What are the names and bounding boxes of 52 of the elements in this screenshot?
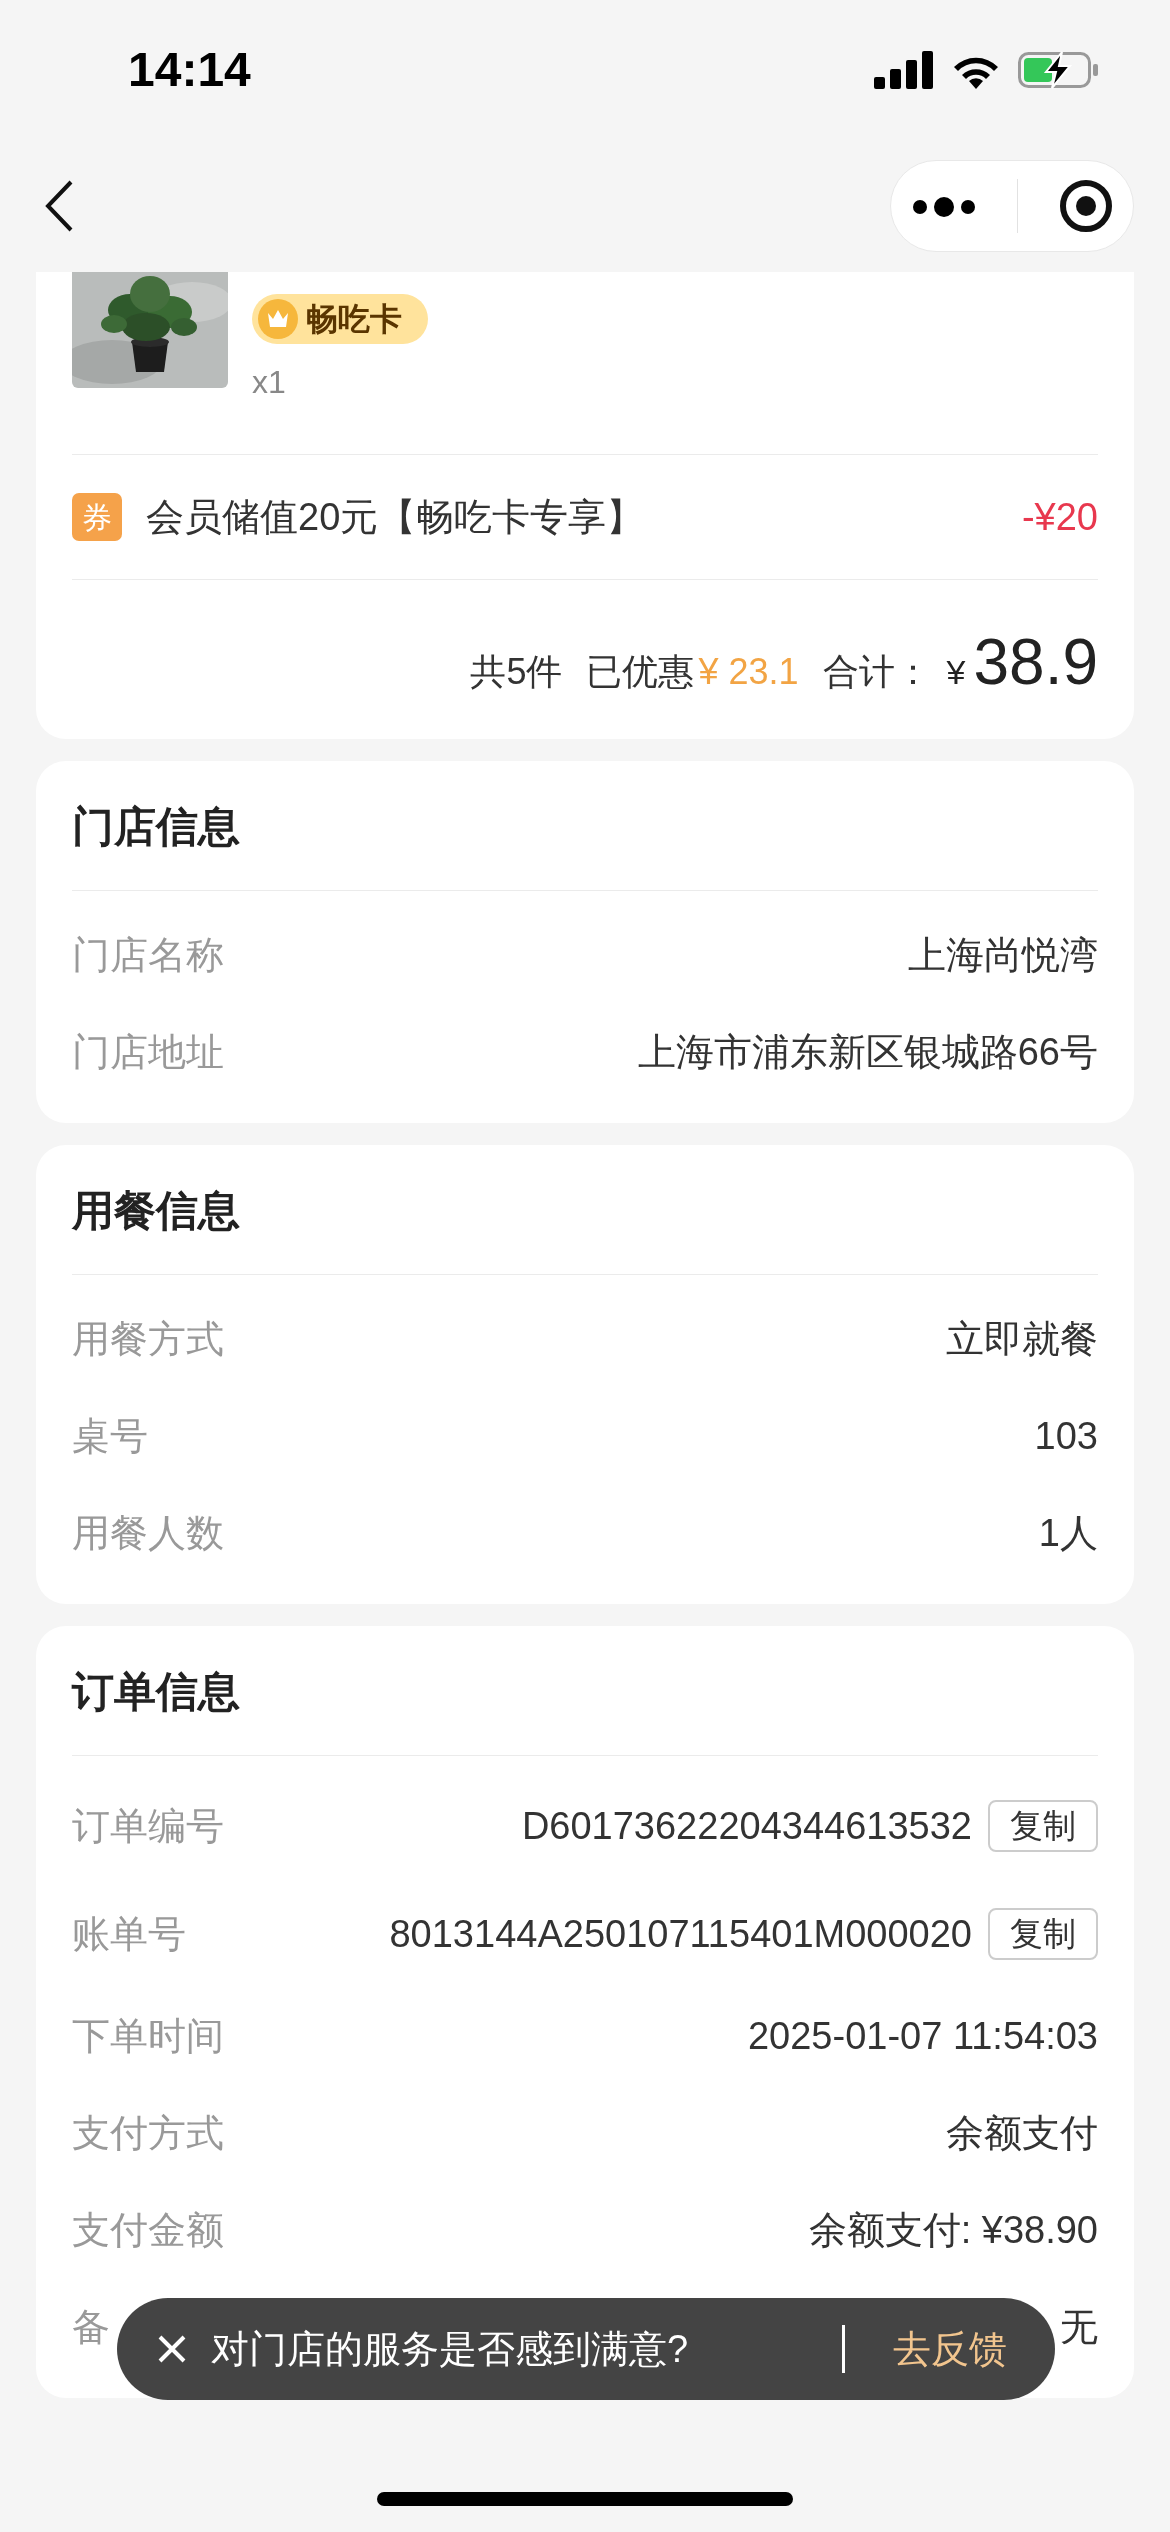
section-title: 订单信息 — [72, 1667, 241, 1717]
field-label: 订单编号 — [72, 1803, 224, 1849]
back-button[interactable] — [44, 179, 74, 233]
section-title: 用餐信息 — [72, 1186, 241, 1236]
close-icon — [157, 2334, 187, 2364]
field-value: 上海尚悦湾 — [908, 933, 1098, 978]
field-label: 门店名称 — [72, 933, 224, 978]
discount-label: 会员储值20元【畅吃卡专享】 — [146, 494, 646, 540]
target-icon — [1058, 179, 1113, 233]
field-label: 备 — [72, 2305, 110, 2350]
field-label: 用餐人数 — [72, 1511, 224, 1556]
item-count: 共5件 — [470, 650, 563, 694]
field-label: 门店地址 — [72, 1030, 224, 1075]
quantity-text: x1 — [252, 363, 286, 402]
field-value: 上海市浦东新区银城路66号 — [637, 1030, 1098, 1075]
close-miniprogram-button[interactable] — [1058, 179, 1113, 233]
copy-button[interactable]: 复制 — [988, 1800, 1098, 1852]
field-value: 2025-01-07 11:54:03 — [747, 2014, 1098, 2059]
field-label: 下单时间 — [72, 2014, 224, 2059]
total-label: 合计： — [822, 650, 931, 694]
battery-icon — [1018, 50, 1100, 90]
back-icon — [44, 179, 74, 233]
toast-message: 对门店的服务是否感到满意? — [211, 2326, 690, 2372]
field-label: 支付金额 — [72, 2208, 224, 2253]
field-label: 桌号 — [72, 1414, 148, 1459]
field-value: D60173622204344613532 — [521, 1803, 972, 1849]
close-button[interactable] — [157, 2334, 187, 2364]
membership-badge: 畅吃卡 — [252, 294, 428, 344]
discount-summary-label: 已优惠 — [586, 650, 695, 694]
field-value: 余额支付: ¥38.90 — [808, 2208, 1098, 2253]
total-amount: 38.9 — [973, 630, 1098, 694]
copy-button[interactable]: 复制 — [988, 1908, 1098, 1960]
clock: 14:14 — [128, 42, 251, 98]
more-icon — [911, 196, 976, 217]
more-button[interactable] — [911, 194, 976, 218]
field-label: 用餐方式 — [72, 1317, 224, 1362]
discount-amount: -¥20 — [1021, 494, 1098, 540]
field-value: 余额支付 — [946, 2111, 1098, 2156]
signal-icon — [874, 51, 934, 89]
currency-symbol: ¥ — [946, 652, 966, 693]
field-value: 无 — [1060, 2305, 1098, 2350]
discount-summary-value: ¥ 23.1 — [698, 650, 799, 694]
field-value: 立即就餐 — [946, 1317, 1098, 1362]
section-title: 门店信息 — [72, 802, 241, 852]
field-value: 103 — [1034, 1414, 1098, 1459]
crown-icon — [258, 299, 298, 339]
field-value: 1人 — [1038, 1511, 1098, 1556]
feedback-link[interactable]: 去反馈 — [893, 2320, 1007, 2378]
coupon-icon: 券 — [72, 493, 122, 541]
field-label: 支付方式 — [72, 2111, 224, 2156]
field-label: 账单号 — [72, 1911, 186, 1957]
field-value: 8013144A250107115401M000020 — [389, 1911, 972, 1957]
